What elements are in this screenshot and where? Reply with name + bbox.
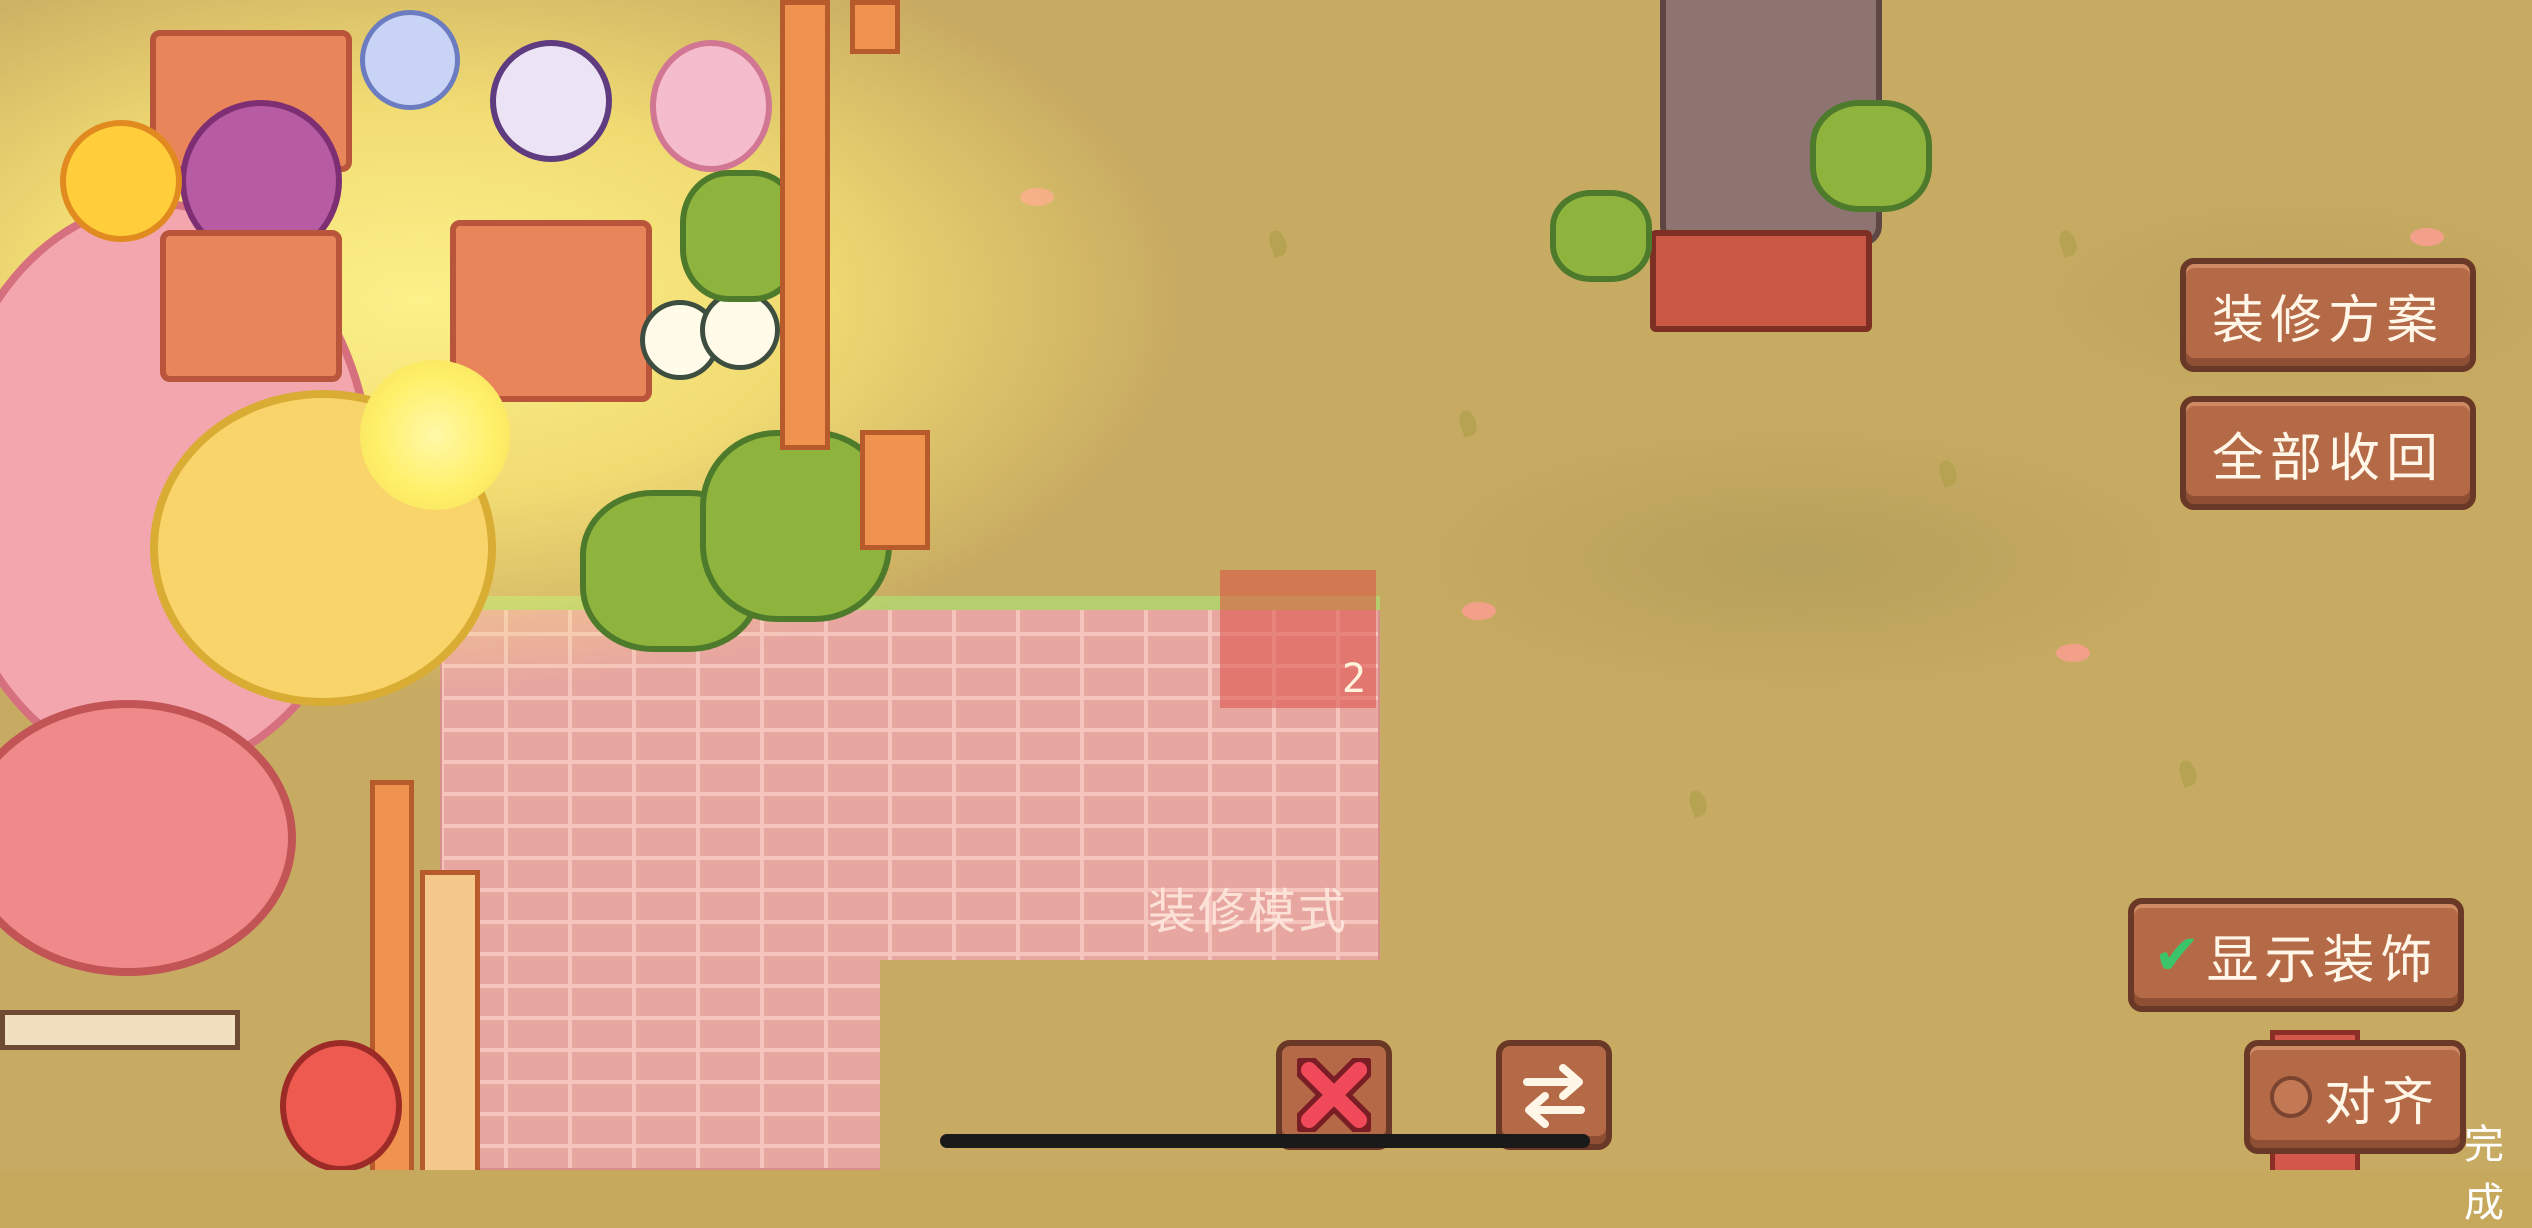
white-daisy bbox=[700, 290, 780, 370]
decoration-mode-label: 装修模式 bbox=[1148, 884, 1349, 940]
statue-pedestal bbox=[1650, 230, 1872, 332]
yellow-flower bbox=[60, 120, 182, 242]
swap-arrows-icon bbox=[1523, 1064, 1585, 1128]
statue-vine bbox=[1550, 190, 1652, 282]
fence-post bbox=[860, 430, 930, 550]
pansy-flower bbox=[490, 40, 612, 162]
show-decorations-toggle[interactable]: ✔ 显示装饰 bbox=[2128, 898, 2464, 1012]
fallen-petal bbox=[2410, 228, 2444, 246]
fallen-petal bbox=[2056, 644, 2090, 662]
fallen-petal bbox=[1462, 602, 1496, 620]
red-flower bbox=[280, 1040, 402, 1170]
checkmark-icon: ✔ bbox=[2153, 922, 2201, 988]
decoration-plan-button[interactable]: 装修方案 bbox=[2180, 258, 2476, 372]
home-indicator[interactable] bbox=[940, 1134, 1590, 1148]
recall-all-button[interactable]: 全部收回 bbox=[2180, 396, 2476, 510]
fence-post bbox=[420, 870, 480, 1170]
flower-pot bbox=[160, 230, 342, 382]
radio-circle-icon bbox=[2269, 1076, 2312, 1118]
decoration-plan-label: 装修方案 bbox=[2211, 290, 2444, 351]
glowing-lamp bbox=[360, 360, 510, 510]
blue-flower bbox=[360, 10, 460, 110]
align-toggle[interactable]: 对齐 bbox=[2244, 1040, 2466, 1154]
fence-rail bbox=[0, 1010, 240, 1050]
recall-all-label: 全部收回 bbox=[2211, 428, 2444, 489]
done-button-partial[interactable]: 完成 bbox=[2464, 1112, 2532, 1228]
pink-tulip bbox=[650, 40, 772, 172]
selected-tile[interactable]: 2 bbox=[1220, 570, 1376, 708]
fence-post bbox=[780, 0, 830, 450]
statue-vine bbox=[1810, 100, 1932, 212]
close-x-icon bbox=[1297, 1058, 1371, 1132]
fence-post bbox=[850, 0, 900, 54]
show-decorations-label: 显示装饰 bbox=[2206, 930, 2439, 991]
align-label: 对齐 bbox=[2323, 1072, 2440, 1133]
tile-number: 2 bbox=[1341, 656, 1366, 702]
